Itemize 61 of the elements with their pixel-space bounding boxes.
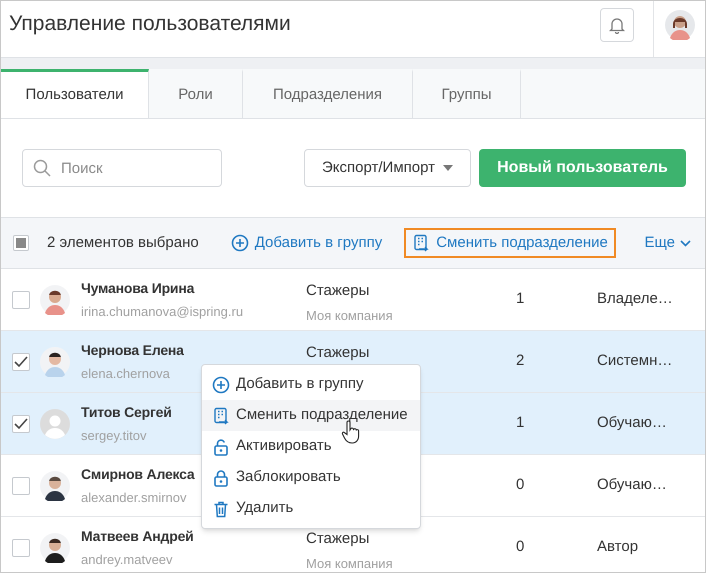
role-cell-text: Владеле… bbox=[597, 289, 673, 310]
menu-item[interactable]: Удалить bbox=[202, 493, 420, 524]
padlock-icon bbox=[212, 468, 230, 486]
bulk-action-button[interactable]: Добавить в группу bbox=[222, 228, 390, 258]
avatar-icon[interactable] bbox=[664, 10, 694, 40]
user-name: Титов Сергей bbox=[81, 402, 172, 422]
trash-icon bbox=[212, 500, 230, 518]
department-name: Стажеры bbox=[306, 343, 370, 363]
count-cell-text: 0 bbox=[516, 475, 526, 496]
menu-item[interactable]: Добавить в группу bbox=[202, 369, 420, 400]
checkmark-icon bbox=[14, 356, 28, 368]
bulk-action-button[interactable]: Сменить подразделение bbox=[404, 228, 616, 258]
search-field[interactable]: Поиск bbox=[22, 149, 222, 187]
tab[interactable]: Роли bbox=[149, 69, 243, 118]
menu-item[interactable]: Сменить подразделение bbox=[202, 400, 420, 431]
user-email: elena.chernova bbox=[81, 364, 170, 383]
more-dropdown[interactable]: Еще bbox=[644, 232, 691, 254]
export-import-dropdown[interactable]: Экспорт/Импорт bbox=[304, 149, 471, 187]
tab[interactable]: Подразделения bbox=[243, 69, 413, 118]
building-arrow-icon bbox=[412, 234, 430, 252]
user-name: Чернова Елена bbox=[81, 340, 184, 360]
tab[interactable]: Пользователи bbox=[1, 69, 149, 118]
plus-circle-icon bbox=[212, 376, 230, 394]
menu-item[interactable]: Заблокировать bbox=[202, 462, 420, 493]
row-checkbox[interactable] bbox=[12, 538, 30, 556]
select-all-checkbox[interactable] bbox=[13, 235, 29, 251]
department-name: Стажеры bbox=[306, 281, 370, 301]
count-cell-text: 0 bbox=[516, 537, 526, 558]
row-checkbox[interactable] bbox=[12, 476, 30, 494]
selection-count: 2 элементов выбрано bbox=[47, 232, 199, 253]
page-title: Управление пользователями bbox=[8, 11, 292, 37]
company-name: Моя компания bbox=[306, 554, 393, 572]
user-name: Смирнов Алекса bbox=[81, 464, 194, 484]
caret-icon bbox=[442, 165, 453, 171]
search-icon bbox=[33, 159, 51, 177]
role-cell-text: Системн… bbox=[597, 351, 672, 372]
unlocked-padlock-icon bbox=[212, 438, 230, 456]
plus-circle-icon bbox=[230, 234, 249, 252]
company-name: Моя компания bbox=[306, 306, 393, 324]
user-email: sergey.titov bbox=[81, 426, 147, 445]
count-cell-text: 1 bbox=[516, 289, 526, 310]
row-checkbox[interactable] bbox=[12, 290, 30, 308]
department-name: Стажеры bbox=[306, 529, 370, 549]
tab[interactable]: Группы bbox=[413, 69, 521, 118]
count-cell-text: 2 bbox=[516, 351, 526, 372]
bell-icon bbox=[609, 16, 625, 34]
role-cell-text: Обучаю… bbox=[597, 475, 667, 496]
checkmark-icon bbox=[14, 418, 28, 430]
user-name: Чуманова Ирина bbox=[81, 278, 194, 298]
notifications-button[interactable] bbox=[600, 8, 634, 42]
user-email: alexander.smirnov bbox=[81, 488, 186, 507]
role-cell-text: Обучаю… bbox=[597, 413, 667, 434]
role-cell-text: Автор bbox=[597, 537, 638, 558]
menu-item[interactable]: Активировать bbox=[202, 431, 420, 462]
row-checkbox[interactable] bbox=[12, 352, 30, 370]
user-name: Матвеев Андрей bbox=[81, 526, 194, 546]
count-cell-text: 1 bbox=[516, 413, 526, 434]
user-email: andrey.matveev bbox=[81, 550, 173, 569]
row-checkbox[interactable] bbox=[12, 414, 30, 432]
user-email: irina.chumanova@ispring.ru bbox=[81, 302, 244, 321]
chevron-down-icon bbox=[680, 240, 691, 246]
